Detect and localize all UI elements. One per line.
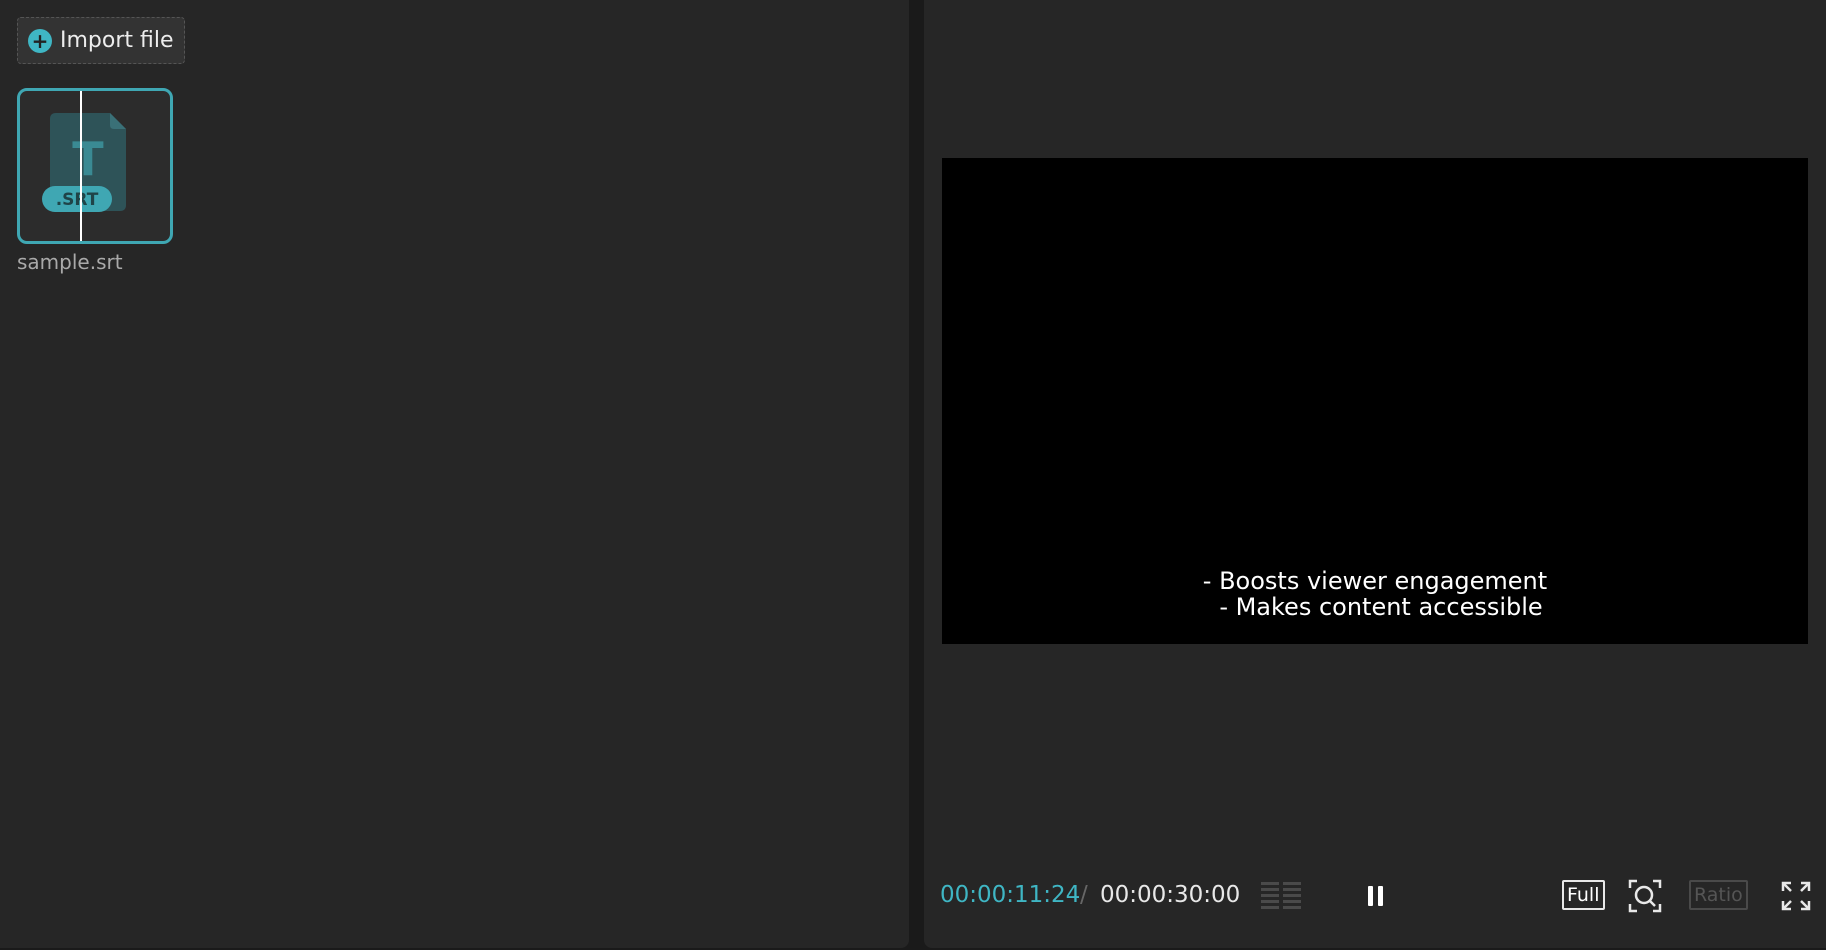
full-button[interactable]: Full xyxy=(1562,880,1605,910)
pause-button[interactable] xyxy=(1360,880,1390,912)
subtitle-overlay[interactable]: - Boosts viewer engagement - Makes conte… xyxy=(942,568,1808,620)
file-type-glyph: T xyxy=(72,132,104,186)
time-separator: / xyxy=(1080,882,1088,908)
video-canvas[interactable]: - Boosts viewer engagement - Makes conte… xyxy=(942,158,1808,644)
subtitle-line: - Makes content accessible xyxy=(1219,593,1543,621)
file-badge: .SRT xyxy=(56,190,99,210)
editor-app: + Import file T .SRT sample.srt - Boosts… xyxy=(0,0,1826,950)
import-file-label: Import file xyxy=(60,28,174,53)
current-time: 00:00:11:24 xyxy=(940,882,1081,908)
fullscreen-icon[interactable] xyxy=(1780,880,1812,912)
media-panel: + Import file T .SRT sample.srt xyxy=(0,0,909,948)
media-item-name: sample.srt xyxy=(17,250,123,274)
pause-icon xyxy=(1367,886,1373,906)
plus-circle-icon: + xyxy=(28,28,52,53)
player-panel: - Boosts viewer engagement - Makes conte… xyxy=(924,0,1826,948)
pause-icon xyxy=(1377,886,1383,906)
subtitle-line: - Boosts viewer engagement xyxy=(1202,567,1548,595)
zoom-frame-icon[interactable] xyxy=(1627,878,1663,914)
srt-file-icon: T .SRT xyxy=(42,113,126,212)
total-time: 00:00:30:00 xyxy=(1100,882,1241,908)
ratio-button[interactable]: Ratio xyxy=(1689,880,1748,910)
player-controls: 00:00:11:24 / 00:00:30:00 Full Ratio xyxy=(924,872,1826,920)
waveform-icon[interactable] xyxy=(1257,878,1305,914)
media-item[interactable]: T .SRT sample.srt xyxy=(17,88,173,274)
hover-scrub-line xyxy=(80,91,82,241)
media-thumbnail[interactable]: T .SRT xyxy=(17,88,173,244)
import-file-button[interactable]: + Import file xyxy=(17,17,185,64)
